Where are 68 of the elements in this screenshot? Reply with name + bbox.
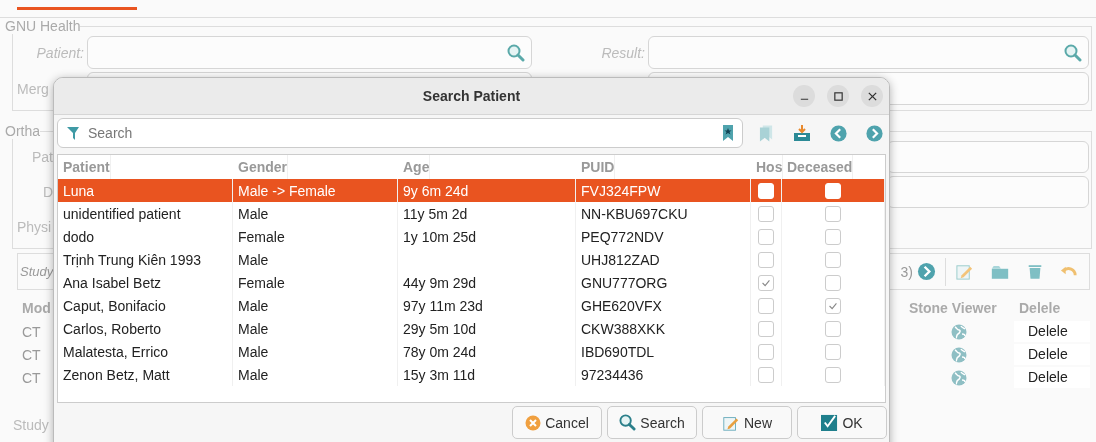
field-label: Physi <box>17 219 53 235</box>
table-cell: unidentified patient <box>58 202 233 225</box>
table-cell: dodo <box>58 225 233 248</box>
table-cell: Female <box>233 271 398 294</box>
table-cell: 97y 11m 23d <box>398 294 576 317</box>
table-cell: FVJ324FPW <box>576 179 751 202</box>
table-cell: IBD690TDL <box>576 340 751 363</box>
dialog-title: Search Patient <box>422 88 521 104</box>
table-cell: Male <box>233 363 398 386</box>
table-row[interactable]: Caput, Bonifacio Male 97y 11m 23d GHE620VFX <box>58 294 885 317</box>
field-label: D <box>41 184 53 200</box>
new-button[interactable]: New <box>702 406 792 439</box>
table-row[interactable]: Carlos, Roberto Male 29y 5m 10d CKW388XKK <box>58 317 885 340</box>
table-row[interactable]: unidentified patient Male 11y 5m 2d NN-KBU697CKU <box>58 202 885 225</box>
table-cell: Female <box>233 225 398 248</box>
table-cell-text: CT <box>21 346 41 363</box>
table-cell-text: CT <box>21 369 41 386</box>
column-header: Delele <box>1018 300 1061 316</box>
column-header: Mod <box>21 300 51 316</box>
table-cell: Male <box>233 202 398 225</box>
table-cell: Ana Isabel Betz <box>58 271 233 294</box>
table-row[interactable]: Trịnh Trung Kiên 1993 Male UHJ812ZAD <box>58 248 885 271</box>
table-cell: 44y 9m 29d <box>398 271 576 294</box>
table-cell: Caput, Bonifacio <box>58 294 233 317</box>
table-row[interactable]: Ana Isabel Betz Female 44y 9m 29d GNU777ORG <box>58 271 885 294</box>
group-legend: Ortha <box>5 123 40 139</box>
table-cell: Carlos, Roberto <box>58 317 233 340</box>
table-cell: Malatesta, Errico <box>58 340 233 363</box>
table-cell: Trịnh Trung Kiên 1993 <box>58 248 233 271</box>
table-cell: Male <box>233 248 398 271</box>
table-row[interactable]: dodo Female 1y 10m 25d PEQ772NDV <box>58 225 885 248</box>
search-button[interactable]: Search <box>607 406 697 439</box>
delete-link[interactable]: Delele <box>1014 321 1090 342</box>
table-cell: CKW388XKK <box>576 317 751 340</box>
column-header: Stone Viewer <box>908 300 997 316</box>
table-cell: Male <box>233 317 398 340</box>
table-cell: Male <box>233 294 398 317</box>
field-label: Patient: <box>35 44 84 61</box>
table-cell: 78y 0m 24d <box>398 340 576 363</box>
delete-link[interactable]: Delele <box>1014 344 1090 365</box>
table-cell: 97234436 <box>576 363 751 386</box>
table-cell: Male <box>233 340 398 363</box>
table-cell: Male -> Female <box>233 179 398 202</box>
table-cell: Luna <box>58 179 233 202</box>
field-label: Merg <box>17 80 50 97</box>
table-cell: PEQ772NDV <box>576 225 751 248</box>
table-cell: 1y 10m 25d <box>398 225 576 248</box>
table-cell: 15y 3m 11d <box>398 363 576 386</box>
table-cell: GHE620VFX <box>576 294 751 317</box>
table-row[interactable]: Zenon Betz, Matt Male 15y 3m 11d 97234436 <box>58 363 885 386</box>
delete-link[interactable]: Delele <box>1014 367 1090 388</box>
table-cell: Zenon Betz, Matt <box>58 363 233 386</box>
search-field[interactable]: Search <box>57 118 743 148</box>
group-legend: Study <box>13 417 49 433</box>
table-row[interactable]: Malatesta, Errico Male 78y 0m 24d IBD690TDL <box>58 340 885 363</box>
group-legend: GNU Health <box>5 18 81 34</box>
cancel-button[interactable]: Cancel <box>512 406 602 439</box>
ok-button[interactable]: OK <box>797 406 887 439</box>
page-count: 3) <box>900 263 913 280</box>
table-cell: NN-KBU697CKU <box>576 202 751 225</box>
field-label: Pat <box>31 149 53 165</box>
table-cell: 11y 5m 2d <box>398 202 576 225</box>
table-cell: GNU777ORG <box>576 271 751 294</box>
table-cell: UHJ812ZAD <box>576 248 751 271</box>
field-label: Result: <box>600 44 645 61</box>
table-cell-text: CT <box>21 323 41 340</box>
table-cell: 9y 6m 24d <box>398 179 576 202</box>
table-cell: 29y 5m 10d <box>398 317 576 340</box>
